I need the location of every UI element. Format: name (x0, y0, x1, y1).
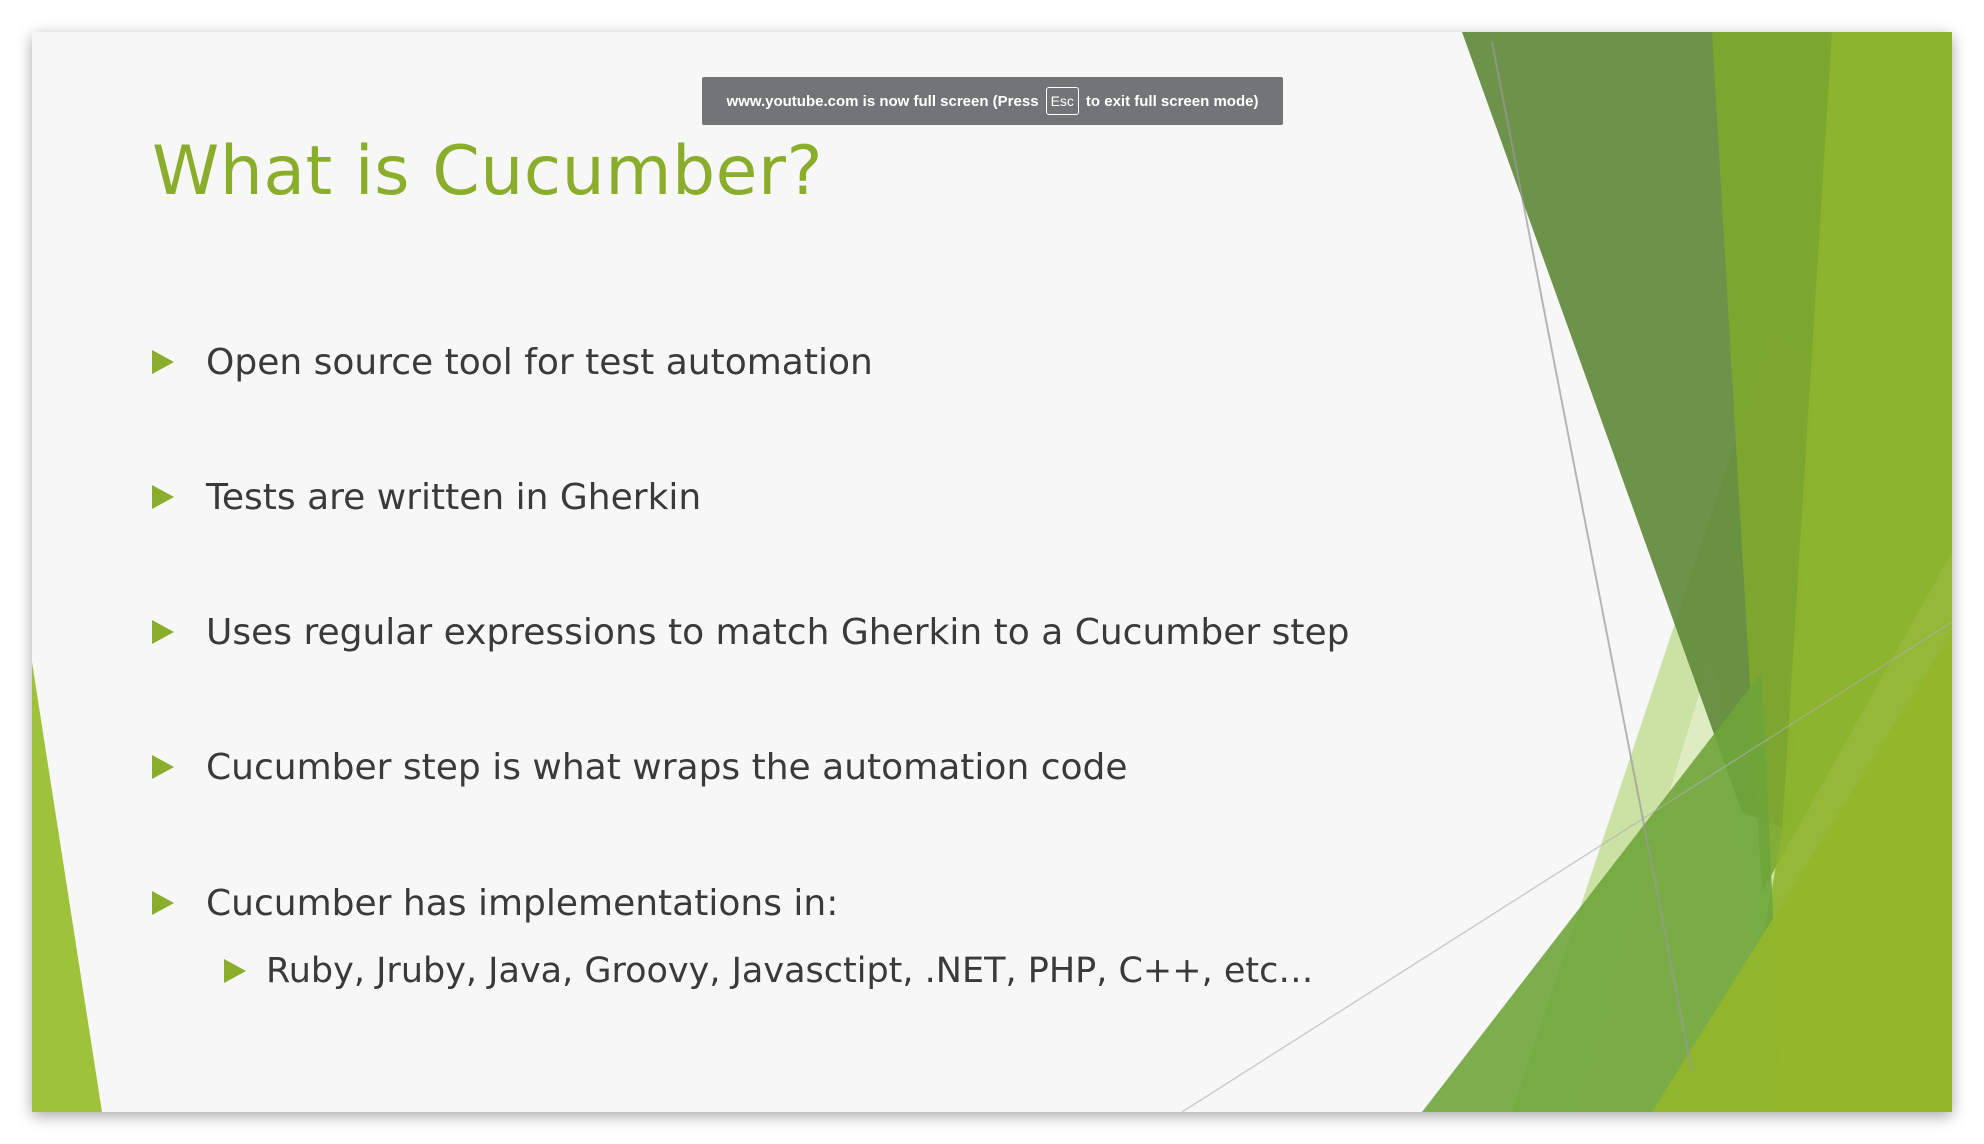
bullet-text: Open source tool for test automation (206, 341, 873, 383)
bullet-item: Uses regular expressions to match Gherki… (152, 602, 1349, 662)
bullet-text: Cucumber has implementations in: (206, 882, 839, 924)
bullet-item: Tests are written in Gherkin (152, 467, 701, 527)
video-frame: www.youtube.com is now full screen (Pres… (32, 32, 1952, 1112)
triangle-right-icon (152, 620, 174, 644)
bullet-item: Cucumber step is what wraps the automati… (152, 737, 1128, 797)
sub-bullet-item: Ruby, Jruby, Java, Groovy, Javasctipt, .… (224, 941, 1313, 1001)
triangle-right-icon (152, 350, 174, 374)
triangle-right-icon (152, 891, 174, 915)
bullet-text: Cucumber step is what wraps the automati… (206, 746, 1128, 788)
bullet-text: Uses regular expressions to match Gherki… (206, 611, 1350, 653)
bullet-text: Tests are written in Gherkin (206, 476, 702, 518)
fullscreen-notice-prefix: www.youtube.com is now full screen (Pres… (726, 92, 1039, 110)
slide-title: What is Cucumber? (152, 132, 824, 211)
bullet-item: Open source tool for test automation (152, 332, 873, 392)
fullscreen-notice: www.youtube.com is now full screen (Pres… (702, 77, 1283, 125)
triangle-right-icon (152, 485, 174, 509)
triangle-right-icon (224, 959, 246, 983)
left-green-shard (32, 662, 102, 1112)
bullet-item: Cucumber has implementations in: (152, 873, 838, 933)
triangle-right-icon (152, 755, 174, 779)
esc-key-badge: Esc (1045, 87, 1079, 115)
sub-bullet-text: Ruby, Jruby, Java, Groovy, Javasctipt, .… (266, 951, 1314, 991)
fullscreen-notice-suffix: to exit full screen mode) (1085, 92, 1259, 110)
